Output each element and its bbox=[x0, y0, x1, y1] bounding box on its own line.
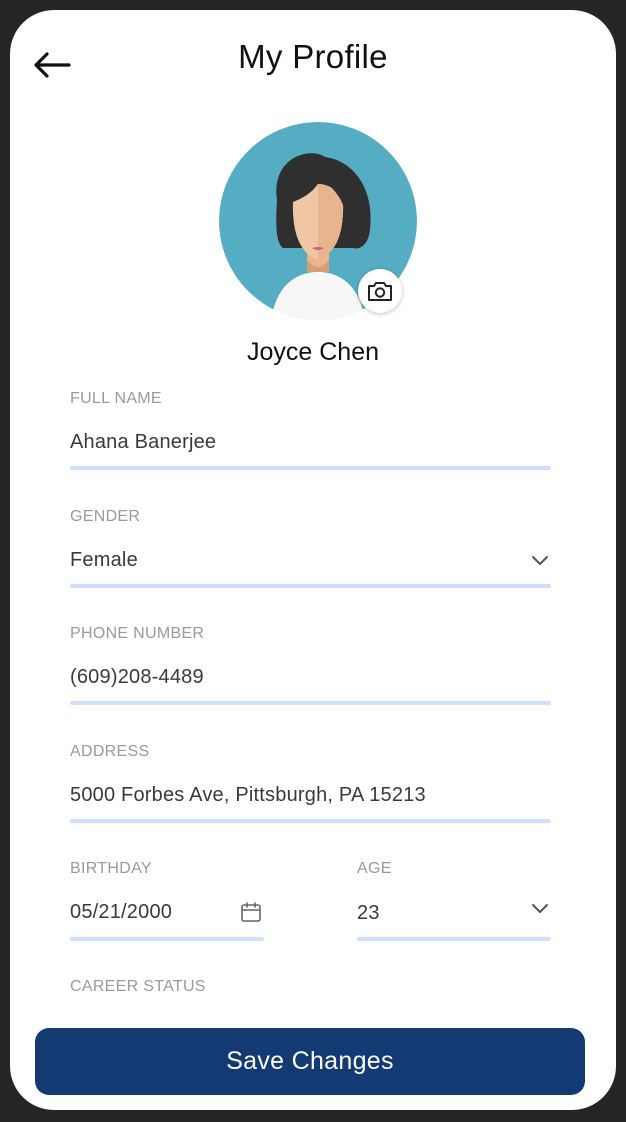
chevron-down-icon[interactable] bbox=[531, 554, 549, 566]
address-input[interactable]: 5000 Forbes Ave, Pittsburgh, PA 15213 bbox=[70, 784, 426, 807]
career-status-label: CAREER STATUS bbox=[70, 978, 206, 995]
full-name-underline bbox=[70, 466, 551, 470]
age-select[interactable]: 23 bbox=[357, 902, 380, 925]
address-label: ADDRESS bbox=[70, 743, 150, 760]
full-name-input[interactable]: Ahana Banerjee bbox=[70, 431, 216, 454]
phone-underline bbox=[70, 701, 551, 705]
gender-label: GENDER bbox=[70, 508, 141, 525]
birthday-label: BIRTHDAY bbox=[70, 860, 152, 877]
save-changes-button[interactable]: Save Changes bbox=[35, 1028, 585, 1095]
profile-name: Joyce Chen bbox=[246, 338, 380, 366]
phone-label: PHONE NUMBER bbox=[70, 625, 205, 642]
birthday-input[interactable]: 05/21/2000 bbox=[70, 901, 172, 924]
avatar[interactable] bbox=[219, 122, 417, 320]
change-photo-button[interactable] bbox=[358, 269, 402, 313]
chevron-down-icon[interactable] bbox=[531, 902, 549, 914]
gender-select[interactable]: Female bbox=[70, 549, 138, 572]
phone-input[interactable]: (609)208-4489 bbox=[70, 666, 204, 689]
page-title: My Profile bbox=[238, 38, 388, 75]
camera-icon bbox=[368, 282, 392, 301]
birthday-underline bbox=[70, 937, 264, 941]
age-label: AGE bbox=[357, 860, 392, 877]
profile-screen: My Profile Joyce Chen FULL NAME Ahana Ba… bbox=[10, 10, 616, 1110]
age-underline bbox=[357, 937, 551, 941]
address-underline bbox=[70, 819, 551, 823]
gender-underline bbox=[70, 584, 551, 588]
full-name-label: FULL NAME bbox=[70, 390, 162, 407]
calendar-icon[interactable] bbox=[240, 901, 262, 923]
